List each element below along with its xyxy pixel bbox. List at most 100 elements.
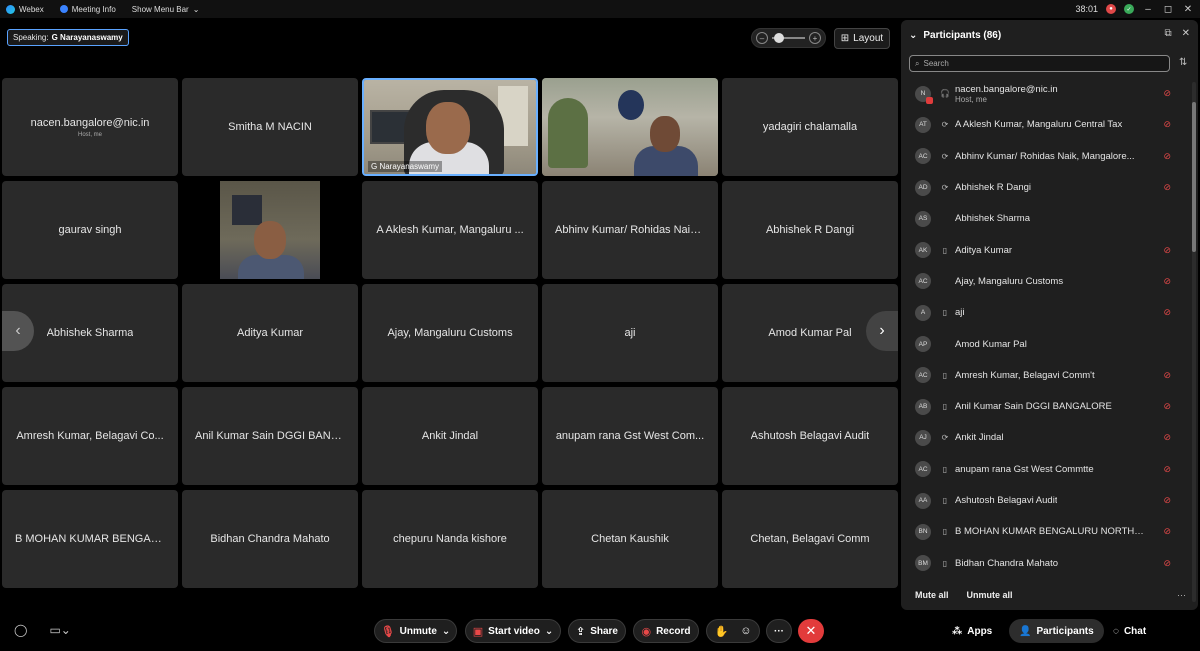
participant-row[interactable]: AA ▯ Ashutosh Belagavi Audit ⊘ xyxy=(901,485,1191,516)
participant-tile[interactable]: Abhinv Kumar/ Rohidas Naik,... xyxy=(542,181,718,279)
participant-tile[interactable]: Chetan Kaushik xyxy=(542,490,718,588)
close-window-button[interactable]: ✕ xyxy=(1182,4,1194,15)
participant-tile[interactable]: yadagiri chalamalla xyxy=(722,78,898,176)
participant-row[interactable]: AC Ajay, Mangaluru Customs ⊘ xyxy=(901,266,1191,297)
mic-muted-icon[interactable]: ⊘ xyxy=(1163,88,1171,99)
participant-row[interactable]: BN ▯ B MOHAN KUMAR BENGALURU NORTH-... ⊘ xyxy=(901,516,1191,547)
participant-search-input[interactable]: ⌕ Search xyxy=(909,55,1170,72)
mic-muted-icon[interactable]: ⊘ xyxy=(1163,495,1171,506)
meeting-info-button[interactable]: Meeting Info xyxy=(59,5,116,14)
leave-meeting-button[interactable]: ✕ xyxy=(798,619,824,643)
tile-name-label: Aditya Kumar xyxy=(236,327,304,339)
participant-tile[interactable]: Chetan, Belagavi Comm xyxy=(722,490,898,588)
restore-button[interactable]: ◻ xyxy=(1162,4,1174,15)
participant-row[interactable]: AJ ⟳ Ankit Jindal ⊘ xyxy=(901,422,1191,453)
raise-hand-icon[interactable]: ✋ xyxy=(715,625,729,638)
zoom-knob[interactable] xyxy=(774,33,784,43)
participant-row[interactable]: AC ▯ Amresh Kumar, Belagavi Comm't ⊘ xyxy=(901,360,1191,391)
participant-tile[interactable]: G Narayanaswamy xyxy=(362,78,538,176)
mic-muted-icon[interactable]: ⊘ xyxy=(1163,558,1171,569)
search-icon: ⌕ xyxy=(915,58,920,68)
video-feed-object xyxy=(650,116,680,152)
participant-scrollbar[interactable] xyxy=(1192,82,1196,602)
participant-row[interactable]: AD ⟳ Abhishek R Dangi ⊘ xyxy=(901,172,1191,203)
participant-tile[interactable]: anupam rana Gst West Com... xyxy=(542,387,718,485)
sync-icon: ⟳ xyxy=(941,433,949,443)
apps-button[interactable]: ⁂ Apps xyxy=(942,619,1002,643)
participant-tile[interactable]: Ankit Jindal xyxy=(362,387,538,485)
participant-tile[interactable]: chepuru Nanda kishore xyxy=(362,490,538,588)
participant-tile[interactable]: gaurav singh xyxy=(2,181,178,279)
participant-row[interactable]: A ▯ aji ⊘ xyxy=(901,297,1191,328)
chat-button[interactable]: ◌ Chat xyxy=(1103,619,1156,643)
mic-muted-icon[interactable]: ⊘ xyxy=(1163,119,1171,130)
mic-muted-icon[interactable]: ⊘ xyxy=(1163,151,1171,162)
participant-row[interactable]: AC ⟳ Abhinv Kumar/ Rohidas Naik, Mangalore… xyxy=(901,141,1191,172)
participant-tile[interactable]: Ajay, Mangaluru Customs xyxy=(362,284,538,382)
participant-tile[interactable] xyxy=(542,78,718,176)
participant-tile[interactable]: Smitha M NACIN xyxy=(182,78,358,176)
zoom-track[interactable] xyxy=(772,33,805,43)
mute-all-button[interactable]: Mute all xyxy=(915,590,949,600)
participant-tile[interactable]: Anil Kumar Sain DGGI BANG... xyxy=(182,387,358,485)
mic-muted-icon[interactable]: ⊘ xyxy=(1163,276,1171,287)
participants-button[interactable]: 👤 Participants xyxy=(1009,619,1104,643)
close-panel-icon[interactable]: ✕ xyxy=(1182,28,1190,39)
popout-icon[interactable]: ⧉ xyxy=(1164,28,1171,39)
zoom-out-icon[interactable]: – xyxy=(756,32,768,44)
chevron-down-icon[interactable]: ⌄ xyxy=(545,626,553,637)
mic-muted-icon[interactable]: ⊘ xyxy=(1163,432,1171,443)
mic-muted-icon[interactable]: ⊘ xyxy=(1163,307,1171,318)
video-off-icon: ▣ xyxy=(472,625,484,638)
participant-row[interactable]: BM ▯ Bidhan Chandra Mahato ⊘ xyxy=(901,547,1191,578)
participant-list: N 🎧 nacen.bangalore@nic.in Host, me ⊘ AT ⟳ A Ak… xyxy=(901,78,1191,579)
participant-tile[interactable]: B MOHAN KUMAR BENGALU... xyxy=(2,490,178,588)
participants-panel: ⌄ Participants (86) ⧉ ✕ ⌕ Search ⇅ N 🎧 nac… xyxy=(901,20,1198,610)
participant-tile[interactable]: nacen.bangalore@nic.in Host, me xyxy=(2,78,178,176)
unmute-button[interactable]: 🎙 Unmute ⌄ xyxy=(374,619,457,643)
sort-icon[interactable]: ⇅ xyxy=(1179,57,1187,68)
participant-tile[interactable]: Bidhan Chandra Mahato xyxy=(182,490,358,588)
hand-reactions-group[interactable]: ✋ ☺ xyxy=(706,619,760,643)
share-button[interactable]: ⇪ Share xyxy=(568,619,626,643)
start-video-button[interactable]: ▣ Start video ⌄ xyxy=(465,619,561,643)
app-name: Webex xyxy=(6,4,44,14)
emoji-icon[interactable]: ☺ xyxy=(740,625,751,637)
record-button[interactable]: ◉ Record xyxy=(633,619,699,643)
participant-row[interactable]: AK ▯ Aditya Kumar ⊘ xyxy=(901,234,1191,265)
minimize-button[interactable]: – xyxy=(1142,4,1154,15)
grid-next-button[interactable]: › xyxy=(866,311,898,351)
participant-row[interactable]: AC ▯ anupam rana Gst West Commtte ⊘ xyxy=(901,454,1191,485)
participant-role: Host, me xyxy=(955,94,988,104)
participant-row[interactable]: N 🎧 nacen.bangalore@nic.in Host, me ⊘ xyxy=(901,78,1191,109)
participant-row[interactable]: AP Amod Kumar Pal xyxy=(901,328,1191,359)
mic-muted-icon[interactable]: ⊘ xyxy=(1163,464,1171,475)
phone-icon: ▯ xyxy=(942,402,948,412)
show-menu-bar-button[interactable]: Show Menu Bar ⌄ xyxy=(132,5,200,14)
mic-muted-icon[interactable]: ⊘ xyxy=(1163,370,1171,381)
captions-icon[interactable]: ▭⌄ xyxy=(49,623,70,637)
more-options-button[interactable]: ··· xyxy=(766,619,792,643)
participant-row[interactable]: AT ⟳ A Aklesh Kumar, Mangaluru Central Tax… xyxy=(901,109,1191,140)
participant-tile[interactable]: Aditya Kumar xyxy=(182,284,358,382)
chevron-down-icon[interactable]: ⌄ xyxy=(442,626,450,637)
participant-tile[interactable]: Abhishek R Dangi xyxy=(722,181,898,279)
mic-muted-icon[interactable]: ⊘ xyxy=(1163,182,1171,193)
more-options-icon[interactable]: ··· xyxy=(1177,590,1186,600)
mic-muted-icon[interactable]: ⊘ xyxy=(1163,526,1171,537)
collapse-chevron-icon[interactable]: ⌄ xyxy=(909,30,917,41)
unmute-all-button[interactable]: Unmute all xyxy=(967,590,1013,600)
video-zoom-slider[interactable]: – + xyxy=(751,28,826,48)
reactions-icon[interactable]: ◯ xyxy=(14,623,27,637)
zoom-in-icon[interactable]: + xyxy=(809,32,821,44)
participant-tile[interactable]: Ashutosh Belagavi Audit xyxy=(722,387,898,485)
mic-muted-icon[interactable]: ⊘ xyxy=(1163,401,1171,412)
participant-tile[interactable] xyxy=(182,181,358,279)
participant-tile[interactable]: A Aklesh Kumar, Mangaluru ... xyxy=(362,181,538,279)
participant-tile[interactable]: aji xyxy=(542,284,718,382)
layout-button[interactable]: ⊞ Layout xyxy=(834,28,890,49)
participant-row[interactable]: AS Abhishek Sharma xyxy=(901,203,1191,234)
participant-row[interactable]: AB ▯ Anil Kumar Sain DGGI BANGALORE ⊘ xyxy=(901,391,1191,422)
mic-muted-icon[interactable]: ⊘ xyxy=(1163,245,1171,256)
participant-tile[interactable]: Amresh Kumar, Belagavi Co... xyxy=(2,387,178,485)
